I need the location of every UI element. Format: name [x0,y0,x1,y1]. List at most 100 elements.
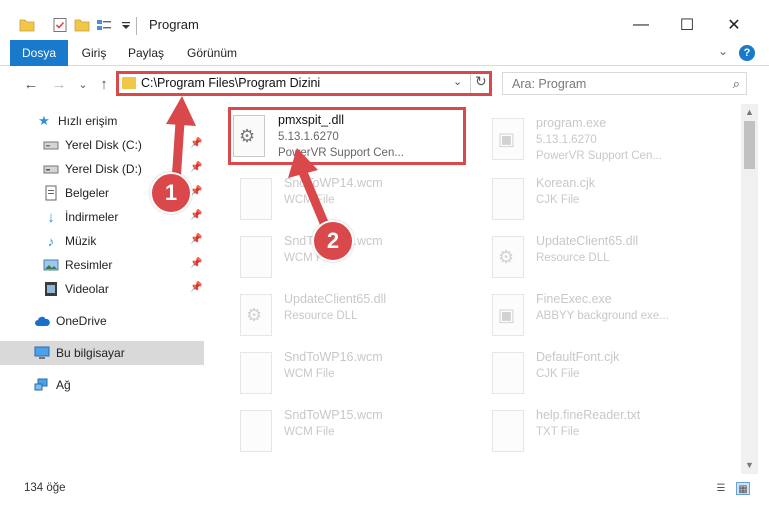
pin-icon[interactable]: 📌 [190,210,202,221]
sidebar-item-disk-d[interactable]: Yerel Disk (D:) 📌 [0,157,204,181]
exe-file-icon: ▣ [492,294,524,336]
file-item[interactable]: SndToWP15.wcm WCM File [228,402,466,460]
title-separator [136,17,137,35]
back-button[interactable]: ← [20,72,42,96]
file-item[interactable]: ⚙ UpdateClient65.dll Resource DLL [480,228,718,286]
file-name: program.exe [536,116,607,130]
sidebar-item-quick-access[interactable]: ★ Hızlı erişim [0,109,204,133]
address-bar[interactable]: C:\Program Files\Program Dizini ⌄ ↻ [116,71,492,96]
file-item[interactable]: DefaultFont.cjk CJK File [480,344,718,402]
file-name: UpdateClient65.dll [284,292,387,306]
sidebar-item-documents[interactable]: Belgeler 📌 [0,181,204,205]
file-item[interactable]: SndToWP16.wcm WCM File [228,344,466,402]
sidebar-item-disk-c[interactable]: Yerel Disk (C:) 📌 [0,133,204,157]
tab-share[interactable]: Paylaş [124,40,168,66]
file-name: pmxspit_.dll [278,113,344,127]
pin-icon[interactable]: 📌 [190,234,202,245]
new-folder-icon[interactable] [74,17,90,33]
file-type: WCM File [284,194,335,206]
address-path[interactable]: C:\Program Files\Program Dizini [141,76,320,90]
pin-icon[interactable]: 📌 [190,186,202,197]
file-type: CJK File [536,368,580,380]
pin-icon[interactable]: 📌 [190,138,202,149]
sidebar-item-videos[interactable]: Videolar 📌 [0,277,204,301]
sidebar-item-music[interactable]: ♪ Müzik 📌 [0,229,204,253]
sidebar-item-label: Belgeler [65,186,110,200]
drive-icon [43,161,59,177]
folder-icon [122,77,136,89]
sidebar-item-label: Ağ [56,378,71,392]
sidebar-item-this-pc[interactable]: Bu bilgisayar [0,341,204,365]
file-description: PowerVR Support Cen... [278,147,404,159]
tab-view[interactable]: Görünüm [182,40,242,66]
forward-button[interactable]: → [48,72,70,96]
file-item[interactable]: ⚙ UpdateClient65.dll Resource DLL [228,286,466,344]
maximize-icon: ☐ [679,17,695,34]
sidebar-item-label: Bu bilgisayar [56,346,125,360]
sidebar-item-downloads[interactable]: ↓ İndirmeler 📌 [0,205,204,229]
forward-arrow-icon: → [51,75,67,93]
scroll-down-icon[interactable]: ▼ [741,457,758,474]
sidebar-item-onedrive[interactable]: OneDrive [0,309,204,333]
address-separator [470,74,471,93]
file-item[interactable]: help.fineReader.txt TXT File [480,402,718,460]
file-icon [240,178,272,220]
file-name: SndToWP13.wcm [284,234,383,248]
view-options-icon[interactable] [96,17,112,33]
file-version: 5.13.1.6270 [278,131,339,143]
sidebar-item-network[interactable]: Ağ [0,373,204,397]
minimize-button[interactable]: — [618,10,664,40]
file-icon [240,352,272,394]
minimize-icon: — [633,16,649,33]
file-item-program-exe[interactable]: ▣ program.exe 5.13.1.6270 PowerVR Suppor… [480,110,718,168]
scroll-up-icon[interactable]: ▲ [741,104,758,121]
pin-icon[interactable]: 📌 [190,282,202,293]
dll-file-icon: ⚙ [233,115,265,157]
folder-icon[interactable] [19,17,35,33]
file-item[interactable]: SndToWP13.wcm WCM File [228,228,466,286]
sidebar-item-label: İndirmeler [65,210,119,224]
refresh-icon[interactable]: ↻ [475,73,487,90]
file-description: PowerVR Support Cen... [536,150,662,162]
pin-icon[interactable]: 📌 [190,258,202,269]
customize-toolbar-icon[interactable] [118,17,134,33]
maximize-button[interactable]: ☐ [664,10,710,40]
expand-ribbon-icon[interactable]: ⌄ [718,44,728,58]
videos-icon [43,281,59,297]
details-view-icon[interactable]: ☰ [714,482,728,495]
file-icon [240,410,272,452]
sidebar-item-pictures[interactable]: Resimler 📌 [0,253,204,277]
file-icon [492,410,524,452]
file-type: WCM File [284,426,335,438]
status-bar: 134 öğe ☰ ▦ [0,474,769,510]
file-type: TXT File [536,426,580,438]
file-item[interactable]: ▣ FineExec.exe ABBYY background exe... [480,286,718,344]
downloads-icon: ↓ [47,208,55,226]
search-icon[interactable]: ⌕ [733,76,740,92]
help-icon[interactable]: ? [739,45,755,61]
sidebar-item-label: Müzik [65,234,97,248]
file-item[interactable]: Korean.cjk CJK File [480,170,718,228]
computer-icon [34,345,50,361]
title-bar: Program — ☐ ✕ [0,0,769,40]
chevron-down-icon[interactable]: ⌄ [453,75,462,88]
dll-file-icon: ⚙ [492,236,524,278]
file-item[interactable]: SndToWP14.wcm WCM File [228,170,466,228]
file-item-pmxspit-dll[interactable]: ⚙ pmxspit_.dll 5.13.1.6270 PowerVR Suppo… [228,107,466,165]
search-input[interactable]: Ara: Program ⌕ [502,72,747,95]
close-button[interactable]: ✕ [711,10,757,40]
file-type: WCM File [284,252,335,264]
up-button[interactable]: ↑ [93,72,115,96]
file-icon [492,352,524,394]
scrollbar-thumb[interactable] [744,121,755,169]
pictures-icon [43,257,59,273]
tab-home[interactable]: Giriş [74,40,114,66]
recent-locations-button[interactable]: ⌄ [72,72,94,96]
large-icons-view-icon[interactable]: ▦ [736,482,750,495]
exe-file-icon: ▣ [492,118,524,160]
properties-icon[interactable] [52,17,68,33]
vertical-scrollbar[interactable]: ▲ ▼ [741,104,758,474]
pin-icon[interactable]: 📌 [190,162,202,173]
file-type: CJK File [536,194,580,206]
file-icon [240,236,272,278]
